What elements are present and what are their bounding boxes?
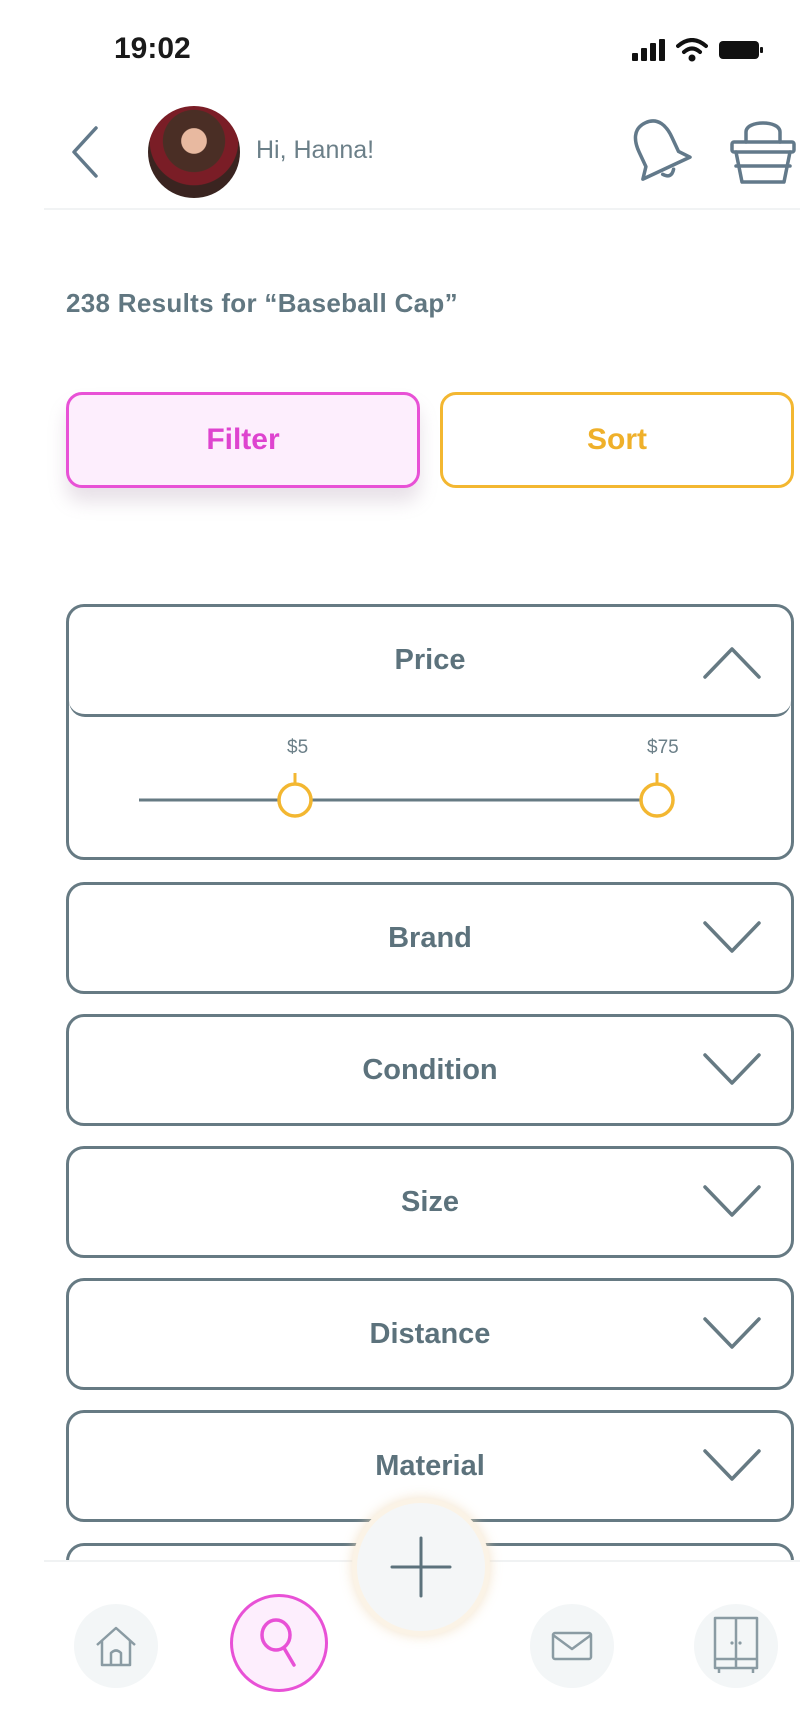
filter-brand[interactable]: Brand — [66, 882, 794, 994]
filter-size-label: Size — [400, 1185, 460, 1218]
nav-mail[interactable] — [530, 1604, 614, 1688]
filter-price: Price $5 $75 — [66, 604, 794, 860]
greeting-text: Hi, Hanna! — [256, 136, 375, 164]
status-bar: 19:02 — [44, 0, 800, 100]
filter-condition-header[interactable]: Condition — [69, 1017, 791, 1123]
add-icon — [390, 1536, 452, 1598]
results-title: 238 Results for “Baseball Cap” — [66, 288, 458, 318]
filter-condition-label: Condition — [362, 1053, 498, 1086]
signal-icon — [632, 39, 665, 61]
basket-icon[interactable] — [728, 112, 798, 188]
chevron-up-icon[interactable] — [701, 643, 763, 681]
bell-icon[interactable] — [622, 110, 694, 190]
filter-distance-label: Distance — [369, 1317, 491, 1350]
closet-icon — [713, 1616, 759, 1673]
wifi-icon — [676, 38, 708, 62]
price-range-slider[interactable]: $5 $75 — [69, 715, 791, 855]
nav-home[interactable] — [74, 1604, 158, 1688]
chevron-down-icon[interactable] — [701, 1051, 763, 1089]
filter-brand-header[interactable]: Brand — [69, 885, 791, 991]
header: Hi, Hanna! — [44, 100, 800, 210]
home-icon — [96, 1626, 136, 1667]
chevron-down-icon[interactable] — [701, 1447, 763, 1485]
filter-brand-label: Brand — [388, 921, 472, 954]
filter-distance[interactable]: Distance — [66, 1278, 794, 1390]
battery-icon — [719, 41, 763, 59]
chevron-down-icon[interactable] — [701, 919, 763, 957]
status-time: 19:02 — [114, 32, 191, 65]
back-icon[interactable] — [64, 122, 104, 182]
avatar[interactable] — [148, 106, 240, 198]
nav-add-button[interactable] — [352, 1498, 490, 1636]
nav-closet[interactable] — [694, 1604, 778, 1688]
filter-price-header[interactable]: Price — [69, 607, 791, 717]
status-icons — [632, 38, 764, 62]
filter-price-label: Price — [394, 644, 466, 676]
mail-icon — [551, 1631, 593, 1661]
filter-size[interactable]: Size — [66, 1146, 794, 1258]
sort-button[interactable]: Sort — [440, 392, 794, 488]
chevron-down-icon[interactable] — [701, 1315, 763, 1353]
nav-search[interactable] — [230, 1594, 328, 1692]
search-icon — [260, 1618, 296, 1667]
price-slider-track — [139, 773, 659, 802]
price-max-handle[interactable] — [637, 780, 677, 820]
app-screen: 19:02 Hi, Hanna! 238 Results for “Baseba… — [44, 0, 800, 1718]
price-min-handle[interactable] — [275, 780, 315, 820]
filter-condition[interactable]: Condition — [66, 1014, 794, 1126]
chevron-down-icon[interactable] — [701, 1183, 763, 1221]
filter-size-header[interactable]: Size — [69, 1149, 791, 1255]
filter-material-label: Material — [375, 1449, 485, 1482]
filter-distance-header[interactable]: Distance — [69, 1281, 791, 1387]
filter-button[interactable]: Filter — [66, 392, 420, 488]
